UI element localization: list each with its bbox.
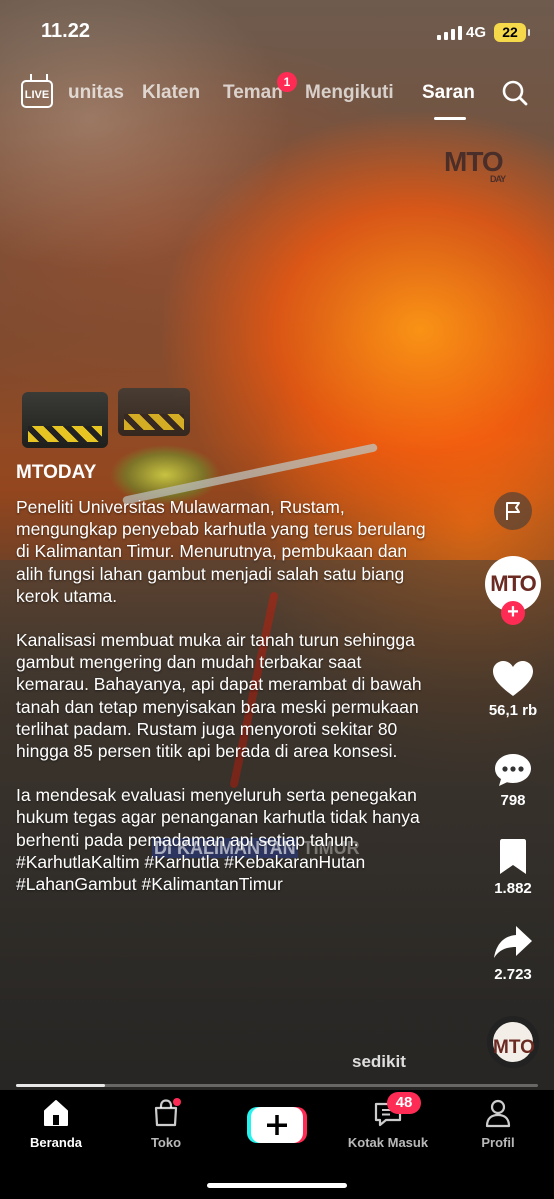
shopping-bag-icon xyxy=(154,1098,181,1127)
video-progress-bar[interactable] xyxy=(16,1084,538,1087)
battery-icon: 22 xyxy=(494,23,530,42)
share-button[interactable]: 2.723 xyxy=(486,924,540,983)
author-name[interactable]: MTODAY xyxy=(16,462,96,484)
channel-watermark: MTO DAY xyxy=(444,146,506,184)
like-count: 56,1 rb xyxy=(488,702,538,719)
bookmark-button[interactable]: 1.882 xyxy=(486,838,540,897)
description-paragraph: Ia mendesak evaluasi menyeluruh serta pe… xyxy=(16,785,420,850)
tab-unitas[interactable]: unitas xyxy=(68,82,124,104)
like-button[interactable]: 56,1 rb xyxy=(486,660,540,719)
nav-home[interactable]: Beranda xyxy=(6,1098,106,1150)
teman-badge: 1 xyxy=(277,72,297,92)
nav-profile-label: Profil xyxy=(481,1135,515,1150)
comment-icon xyxy=(495,754,531,786)
heart-icon xyxy=(493,661,533,696)
fire-truck xyxy=(118,388,190,436)
follow-button[interactable]: + xyxy=(501,601,525,625)
create-button[interactable] xyxy=(247,1107,307,1143)
nav-profile[interactable]: Profil xyxy=(448,1098,548,1150)
status-bar: 11.22 4G 22 xyxy=(0,0,554,64)
comment-button[interactable]: 798 xyxy=(486,752,540,809)
network-type: 4G xyxy=(466,24,487,41)
top-navigation: LIVE unitas Klaten Teman 1 Mengikuti Sar… xyxy=(0,72,554,122)
nav-shop[interactable]: Toko xyxy=(116,1098,216,1150)
clock: 11.22 xyxy=(41,20,90,42)
home-indicator xyxy=(207,1183,347,1188)
nav-home-label: Beranda xyxy=(29,1135,83,1150)
flag-icon xyxy=(506,502,520,520)
show-less-button[interactable]: sedikit xyxy=(352,1052,406,1072)
description-paragraph: Kanalisasi membuat muka air tanah turun … xyxy=(16,630,422,762)
progress-fill xyxy=(16,1084,105,1087)
tab-teman[interactable]: Teman xyxy=(223,82,283,104)
nav-shop-label: Toko xyxy=(150,1135,182,1150)
inbox-badge: 48 xyxy=(387,1092,421,1114)
bookmark-icon xyxy=(500,839,526,874)
tab-klaten[interactable]: Klaten xyxy=(142,82,200,104)
share-count: 2.723 xyxy=(494,966,532,983)
hashtags[interactable]: #KarhutlaKaltim #Karhutla #KebakaranHuta… xyxy=(16,851,436,895)
description-paragraph: Peneliti Universitas Mulawarman, Rustam,… xyxy=(16,497,426,606)
search-icon[interactable] xyxy=(502,80,528,106)
share-icon xyxy=(494,926,532,958)
bookmark-count: 1.882 xyxy=(494,880,532,897)
report-button[interactable] xyxy=(494,492,532,530)
nav-inbox-label: Kotak Masuk xyxy=(347,1135,429,1150)
music-disc[interactable]: MTO xyxy=(487,1016,539,1068)
comment-count: 798 xyxy=(500,792,526,809)
tab-saran[interactable]: Saran xyxy=(422,82,475,104)
post-description[interactable]: Peneliti Universitas Mulawarman, Rustam,… xyxy=(16,496,436,895)
signal-icon xyxy=(437,26,462,40)
profile-icon xyxy=(485,1099,511,1128)
live-icon[interactable]: LIVE xyxy=(21,80,53,108)
home-icon xyxy=(44,1100,68,1126)
tab-mengikuti[interactable]: Mengikuti xyxy=(305,82,394,104)
active-tab-indicator xyxy=(434,117,466,120)
